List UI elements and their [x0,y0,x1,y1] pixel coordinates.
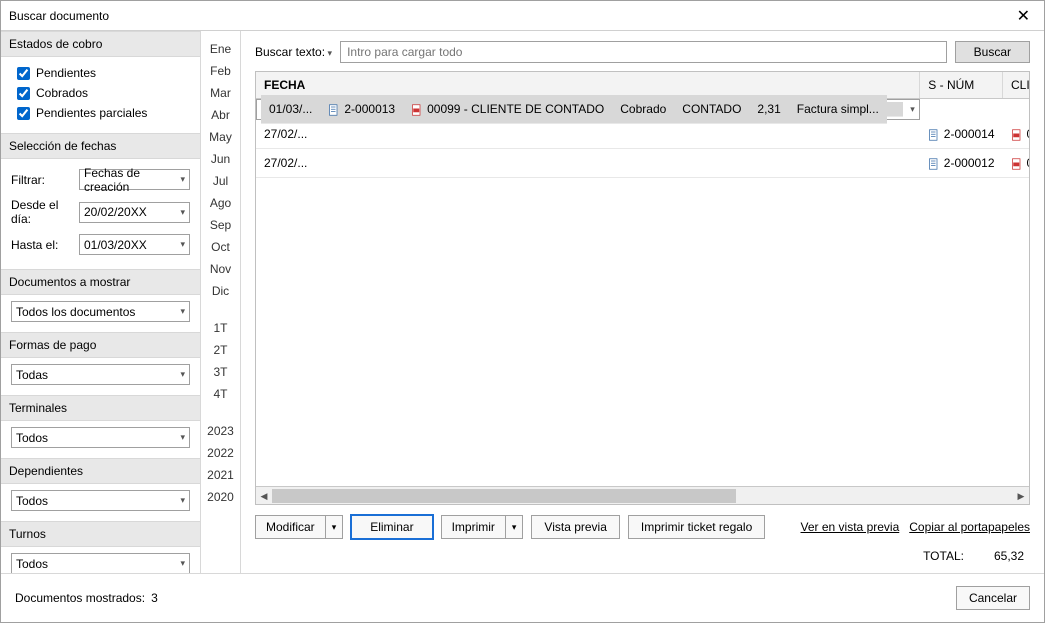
section-terminales: Terminales [1,395,200,421]
year-2022[interactable]: 2022 [207,443,234,462]
vista-previa-button[interactable]: Vista previa [531,515,619,539]
search-bar: Buscar texto: Buscar [241,31,1044,71]
scroll-thumb[interactable] [272,489,736,503]
quarter-2t[interactable]: 2T [213,340,227,359]
link-vista-previa[interactable]: Ver en vista previa [801,520,900,534]
year-2023[interactable]: 2023 [207,421,234,440]
grid-wrap: FECHA S - NÚM CLIENTE COBRO FORMA DE PAG… [255,71,1030,505]
period-picker: Ene Feb Mar Abr May Jun Jul Ago Sep Oct … [201,31,241,573]
month-nov[interactable]: Nov [210,259,231,278]
month-mar[interactable]: Mar [210,83,231,102]
section-docs: Documentos a mostrar [1,269,200,295]
ticket-regalo-button[interactable]: Imprimir ticket regalo [628,515,765,539]
scroll-right-icon[interactable]: ▶ [1014,489,1028,503]
search-input[interactable] [340,41,947,63]
total-label: TOTAL: [923,549,964,563]
filtrar-select[interactable]: Fechas de creación [79,169,190,190]
quarter-1t[interactable]: 1T [213,318,227,337]
imprimir-button[interactable]: Imprimir [441,515,506,539]
search-label[interactable]: Buscar texto: [255,45,332,59]
month-sep[interactable]: Sep [210,215,231,234]
imprimir-split: Imprimir ▾ [441,515,524,539]
desde-date[interactable]: 20/02/20XX [79,202,190,223]
section-formas: Formas de pago [1,332,200,358]
hasta-date[interactable]: 01/03/20XX [79,234,190,255]
table-row[interactable]: 01/03/...2-00001300099 - CLIENTE DE CONT… [256,99,920,120]
month-oct[interactable]: Oct [211,237,230,256]
shown-label: Documentos mostrados: [15,591,145,605]
shown-count: 3 [151,591,158,605]
desde-label: Desde el día: [11,198,75,226]
turnos-select[interactable]: Todos [11,553,190,573]
scroll-left-icon[interactable]: ◀ [257,489,271,503]
quarter-3t[interactable]: 3T [213,362,227,381]
hasta-label: Hasta el: [11,238,75,252]
filtrar-label: Filtrar: [11,173,75,187]
modificar-dropdown[interactable]: ▾ [326,515,344,539]
month-abr[interactable]: Abr [211,105,230,124]
section-fechas: Selección de fechas [1,133,200,159]
month-may[interactable]: May [209,127,232,146]
window-title: Buscar documento [9,9,109,23]
footer: Documentos mostrados: 3 Cancelar [1,573,1044,622]
close-icon[interactable]: ✕ [1011,4,1036,28]
terminales-select[interactable]: Todos [11,427,190,448]
table-row[interactable]: 27/02/...2-00001200002 - JUAN GARCIA CBC… [256,149,1029,178]
formas-select[interactable]: Todas [11,364,190,385]
buscar-button[interactable]: Buscar [955,41,1030,63]
horizontal-scrollbar[interactable]: ◀ ▶ [256,486,1029,504]
chk-cobrados[interactable]: Cobrados [11,83,190,103]
link-copiar-portapapeles[interactable]: Copiar al portapapeles [909,520,1030,534]
month-jun[interactable]: Jun [211,149,230,168]
sidebar: Estados de cobro Pendientes Cobrados Pen… [1,31,201,573]
docs-select[interactable]: Todos los documentos [11,301,190,322]
section-dependientes: Dependientes [1,458,200,484]
total-row: TOTAL: 65,32 [241,545,1044,573]
section-turnos: Turnos [1,521,200,547]
main: Buscar texto: Buscar FECHA S - NÚM CLIEN… [241,31,1044,573]
col-cliente[interactable]: CLIENTE [1003,72,1029,99]
total-value: 65,32 [994,549,1024,563]
table-row[interactable]: 27/02/...2-00001400099 - CLIENTE DE CONT… [256,120,1029,149]
chk-parciales[interactable]: Pendientes parciales [11,103,190,123]
titlebar: Buscar documento ✕ [1,1,1044,31]
cancelar-button[interactable]: Cancelar [956,586,1030,610]
year-2021[interactable]: 2021 [207,465,234,484]
col-snum[interactable]: S - NÚM [920,72,1003,99]
imprimir-dropdown[interactable]: ▾ [506,515,524,539]
modificar-button[interactable]: Modificar [255,515,326,539]
quarter-4t[interactable]: 4T [213,384,227,403]
section-estados: Estados de cobro [1,31,200,57]
month-dic[interactable]: Dic [212,281,229,300]
results-grid[interactable]: FECHA S - NÚM CLIENTE COBRO FORMA DE PAG… [256,72,1029,486]
modificar-split: Modificar ▾ [255,515,343,539]
year-2020[interactable]: 2020 [207,487,234,506]
eliminar-button[interactable]: Eliminar [351,515,432,539]
action-row: Modificar ▾ Eliminar Imprimir ▾ Vista pr… [241,505,1044,545]
chk-pendientes[interactable]: Pendientes [11,63,190,83]
month-feb[interactable]: Feb [210,61,231,80]
month-ene[interactable]: Ene [210,39,231,58]
dialog-buscar-documento: Buscar documento ✕ Estados de cobro Pend… [0,0,1045,623]
month-jul[interactable]: Jul [213,171,228,190]
month-ago[interactable]: Ago [210,193,231,212]
dependientes-select[interactable]: Todos [11,490,190,511]
